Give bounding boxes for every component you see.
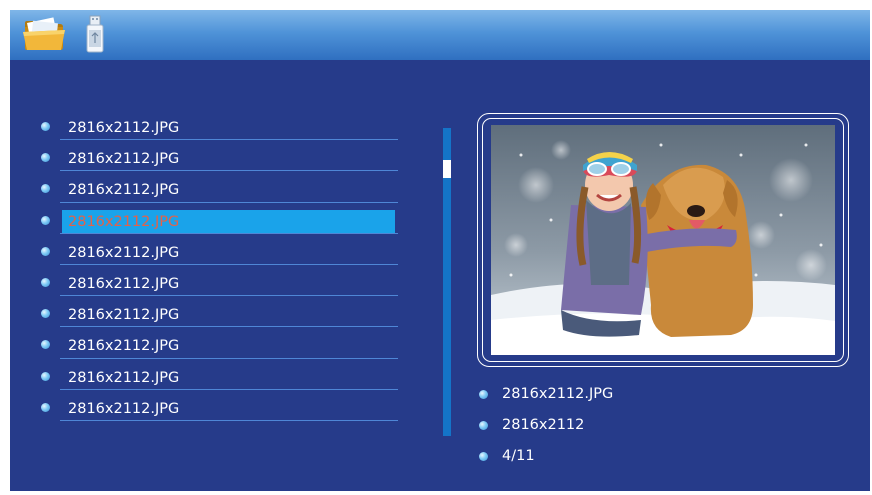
row-divider bbox=[60, 232, 398, 234]
file-list-item[interactable]: 2816x2112.JPG bbox=[35, 360, 410, 391]
info-filename: 2816x2112.JPG bbox=[502, 386, 614, 402]
file-name-label: 2816x2112.JPG bbox=[68, 369, 180, 386]
file-list-item[interactable]: 2816x2112.JPG bbox=[35, 204, 410, 235]
file-name-label: 2816x2112.JPG bbox=[68, 244, 180, 261]
file-list-item[interactable]: 2816x2112.JPG bbox=[35, 172, 410, 203]
media-browser-screen: 2816x2112.JPG 2816x2112.JPG 2816x2112.JPG 2… bbox=[10, 10, 870, 491]
bullet-icon bbox=[41, 340, 50, 350]
bullet-icon bbox=[479, 421, 488, 430]
file-list-item[interactable]: 2816x2112.JPG bbox=[35, 110, 410, 141]
bullet-icon bbox=[41, 184, 50, 194]
file-list-item[interactable]: 2816x2112.JPG bbox=[35, 266, 410, 297]
info-resolution: 2816x2112 bbox=[502, 417, 585, 433]
file-name-label: 2816x2112.JPG bbox=[68, 307, 180, 324]
row-divider bbox=[60, 326, 398, 328]
row-divider bbox=[60, 388, 398, 390]
file-list-item[interactable]: 2816x2112.JPG bbox=[35, 141, 410, 172]
bullet-icon bbox=[479, 390, 488, 399]
row-divider bbox=[60, 263, 398, 265]
file-list-item[interactable]: 2816x2112.JPG bbox=[35, 297, 410, 328]
bullet-icon bbox=[41, 153, 50, 163]
info-row-resolution: 2816x2112 bbox=[475, 411, 855, 442]
scrollbar-thumb[interactable] bbox=[443, 159, 451, 178]
bullet-icon bbox=[41, 246, 50, 256]
info-row-index: 4/11 bbox=[475, 442, 855, 473]
scrollbar[interactable] bbox=[443, 128, 451, 436]
bullet-icon bbox=[41, 402, 50, 412]
row-divider bbox=[60, 419, 398, 421]
file-name-label: 2816x2112.JPG bbox=[68, 151, 180, 168]
usb-drive-icon[interactable] bbox=[84, 14, 106, 54]
file-info-list: 2816x2112.JPG 2816x2112 4/11 bbox=[475, 380, 855, 473]
info-index: 4/11 bbox=[502, 448, 535, 464]
folder-icon[interactable] bbox=[22, 17, 66, 51]
file-name-label: 2816x2112.JPG bbox=[62, 209, 395, 234]
bullet-icon bbox=[41, 215, 50, 225]
file-name-label: 2816x2112.JPG bbox=[68, 338, 180, 355]
file-list-item[interactable]: 2816x2112.JPG bbox=[35, 391, 410, 422]
preview-image bbox=[491, 125, 835, 355]
file-name-label: 2816x2112.JPG bbox=[68, 120, 180, 136]
file-name-label: 2816x2112.JPG bbox=[68, 182, 180, 199]
file-list-item[interactable]: 2816x2112.JPG bbox=[35, 328, 410, 359]
bullet-icon bbox=[41, 122, 50, 131]
file-list: 2816x2112.JPG 2816x2112.JPG 2816x2112.JPG 2… bbox=[35, 110, 410, 422]
file-name-label: 2816x2112.JPG bbox=[68, 400, 180, 417]
row-divider bbox=[60, 201, 398, 203]
preview-panel bbox=[477, 113, 849, 367]
row-divider bbox=[60, 295, 398, 297]
bullet-icon bbox=[41, 277, 50, 287]
info-row-filename: 2816x2112.JPG bbox=[475, 380, 855, 411]
top-toolbar bbox=[10, 10, 870, 60]
row-divider bbox=[60, 170, 398, 172]
file-list-item[interactable]: 2816x2112.JPG bbox=[35, 235, 410, 266]
row-divider bbox=[60, 139, 398, 141]
bullet-icon bbox=[41, 309, 50, 319]
bullet-icon bbox=[479, 452, 488, 461]
file-name-label: 2816x2112.JPG bbox=[68, 275, 180, 292]
bullet-icon bbox=[41, 371, 50, 381]
row-divider bbox=[60, 357, 398, 359]
